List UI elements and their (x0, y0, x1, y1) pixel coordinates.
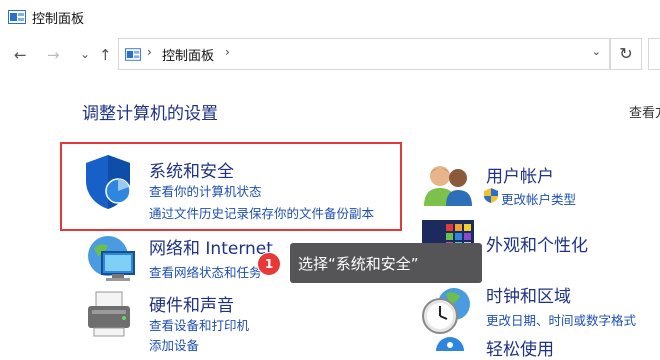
category-user-accounts[interactable]: 用户帐户 (486, 162, 554, 187)
uac-shield-icon (484, 188, 498, 207)
link-file-history-backup[interactable]: 通过文件历史记录保存你的文件备份副本 (149, 203, 374, 222)
link-add-device[interactable]: 添加设备 (149, 335, 199, 354)
link-network-status[interactable]: 查看网络状态和任务 (149, 262, 262, 281)
category-appearance-personalization[interactable]: 外观和个性化 (486, 231, 588, 256)
clock-globe-icon[interactable] (420, 284, 476, 340)
link-devices-printers[interactable]: 查看设备和打印机 (149, 315, 249, 334)
breadcrumb-separator[interactable]: › (147, 45, 152, 59)
breadcrumb-separator[interactable]: › (225, 45, 230, 59)
printer-icon[interactable] (84, 290, 136, 352)
back-button[interactable]: ← (14, 47, 27, 63)
instruction-tooltip: 选择“系统和安全” (290, 243, 482, 283)
category-network-internet[interactable]: 网络和 Internet (149, 234, 273, 259)
view-by-label[interactable]: 查看方式 (629, 102, 660, 121)
link-change-account-type[interactable]: 更改帐户类型 (501, 189, 576, 208)
link-change-date-time-format[interactable]: 更改日期、时间或数字格式 (486, 310, 636, 329)
shield-icon[interactable] (82, 153, 134, 215)
title-bar: 控制面板 (0, 0, 660, 34)
step-number-badge: 1 (257, 252, 281, 276)
up-button[interactable]: ↑ (99, 47, 112, 63)
page-title: 调整计算机的设置 (82, 104, 218, 124)
network-globe-icon[interactable] (84, 232, 140, 292)
recent-locations-button[interactable]: ⌄ (80, 46, 90, 62)
forward-button[interactable]: → (47, 47, 60, 63)
window-title: 控制面板 (32, 12, 85, 27)
category-hardware-sound[interactable]: 硬件和声音 (149, 291, 234, 316)
user-accounts-icon[interactable] (420, 160, 476, 212)
category-clock-region[interactable]: 时钟和区域 (486, 282, 571, 307)
search-input[interactable] (648, 38, 660, 70)
control-panel-icon (125, 46, 141, 65)
control-panel-icon (8, 9, 26, 28)
refresh-button[interactable]: ↻ (610, 38, 642, 70)
link-view-computer-status[interactable]: 查看你的计算机状态 (149, 181, 262, 200)
address-bar[interactable]: › 控制面板 › ⌄ (118, 38, 610, 70)
ease-of-access-icon[interactable] (428, 336, 472, 360)
breadcrumb-control-panel[interactable]: 控制面板 (162, 45, 214, 64)
address-dropdown-button[interactable]: ⌄ (592, 45, 601, 58)
tooltip-text: 选择“系统和安全” (298, 255, 419, 273)
category-system-security[interactable]: 系统和安全 (149, 157, 234, 182)
